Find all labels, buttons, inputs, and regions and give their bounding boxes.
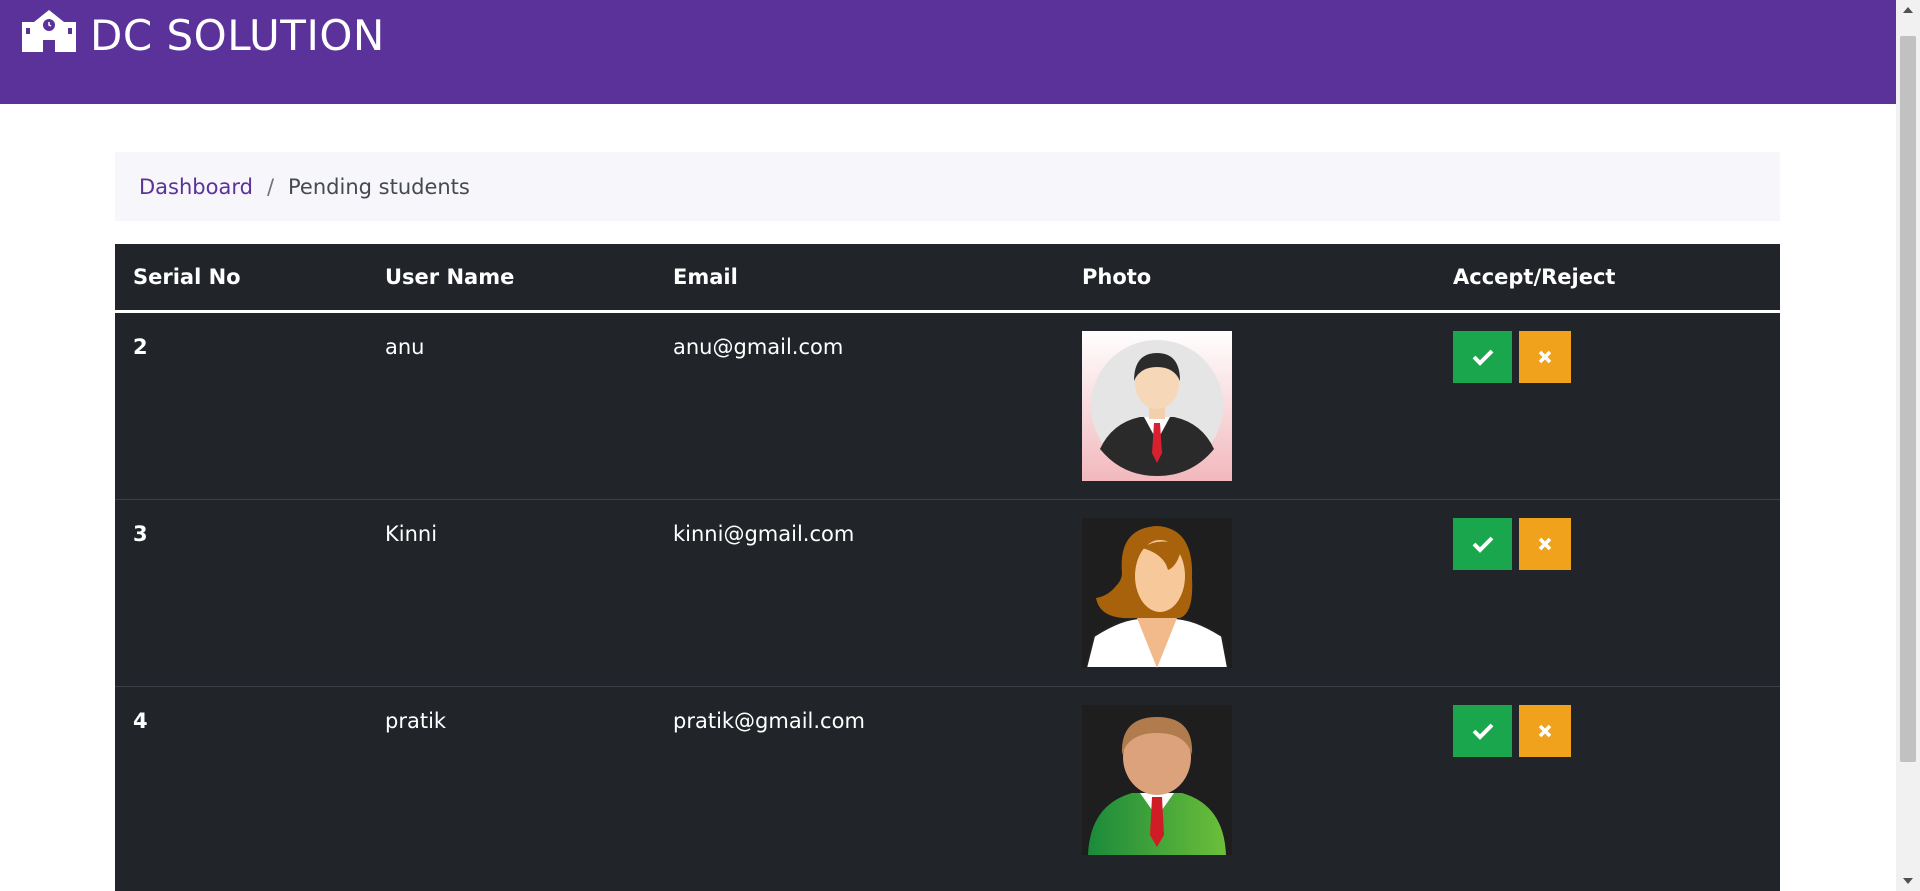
row-actions <box>1453 705 1571 757</box>
header-photo: Photo <box>1082 265 1152 289</box>
brand-logo[interactable]: DC SOLUTION <box>22 8 385 62</box>
accept-button[interactable] <box>1453 331 1512 383</box>
check-icon <box>1472 349 1493 366</box>
close-icon <box>1538 350 1552 364</box>
table-row: 4 pratik pratik@gmail.com <box>115 687 1780 874</box>
serial-cell: 2 <box>133 335 148 359</box>
serial-cell: 3 <box>133 522 148 546</box>
header-user-name: User Name <box>385 265 515 289</box>
serial-cell: 4 <box>133 709 148 733</box>
breadcrumb-current: Pending students <box>288 174 470 199</box>
top-navbar: DC SOLUTION <box>0 0 1896 104</box>
check-icon <box>1472 723 1493 740</box>
email-cell: pratik@gmail.com <box>673 709 865 733</box>
accept-button[interactable] <box>1453 705 1512 757</box>
header-serial-no: Serial No <box>133 265 241 289</box>
header-accept-reject: Accept/Reject <box>1453 265 1616 289</box>
table-row: 2 anu anu@gmail.com <box>115 313 1780 500</box>
close-icon <box>1538 724 1552 738</box>
pending-students-table: Serial No User Name Email Photo Accept/R… <box>115 244 1780 891</box>
school-icon <box>22 8 90 62</box>
table-header: Serial No User Name Email Photo Accept/R… <box>115 244 1780 313</box>
scroll-up-icon[interactable] <box>1896 0 1920 20</box>
check-icon <box>1472 536 1493 553</box>
table-row: 3 Kinni kinni@gmail.com <box>115 500 1780 687</box>
close-icon <box>1538 537 1552 551</box>
email-cell: anu@gmail.com <box>673 335 844 359</box>
reject-button[interactable] <box>1519 331 1571 383</box>
breadcrumb-dashboard-link[interactable]: Dashboard <box>139 175 253 199</box>
row-actions <box>1453 331 1571 383</box>
username-cell: anu <box>385 335 425 359</box>
male-green-avatar <box>1082 705 1232 855</box>
email-cell: kinni@gmail.com <box>673 522 855 546</box>
accept-button[interactable] <box>1453 518 1512 570</box>
female-avatar <box>1082 518 1232 668</box>
reject-button[interactable] <box>1519 518 1571 570</box>
row-actions <box>1453 518 1571 570</box>
username-cell: pratik <box>385 709 447 733</box>
scrollbar-thumb[interactable] <box>1900 36 1916 762</box>
header-email: Email <box>673 265 738 289</box>
brand-name: DC SOLUTION <box>90 10 385 60</box>
scroll-down-icon[interactable] <box>1896 871 1920 891</box>
breadcrumb: Dashboard / Pending students <box>115 152 1780 221</box>
username-cell: Kinni <box>385 522 438 546</box>
reject-button[interactable] <box>1519 705 1571 757</box>
page-scrollbar[interactable] <box>1896 0 1920 891</box>
male-suit-avatar <box>1082 331 1232 481</box>
breadcrumb-separator: / <box>266 174 275 199</box>
